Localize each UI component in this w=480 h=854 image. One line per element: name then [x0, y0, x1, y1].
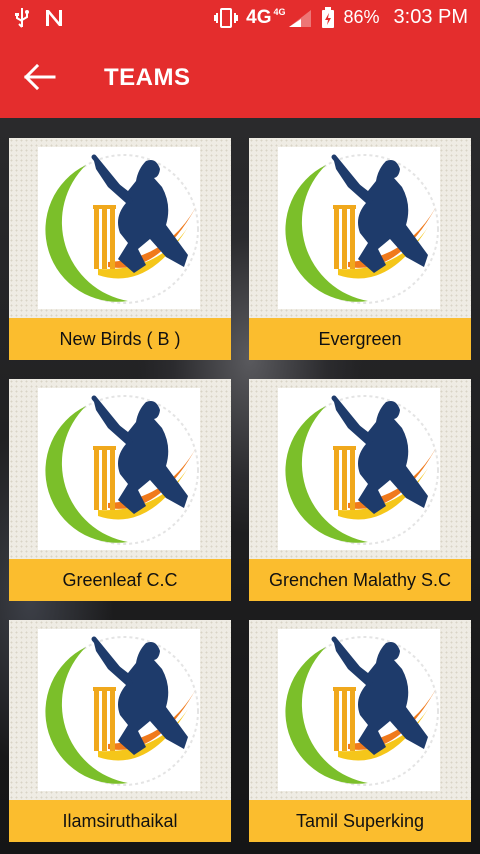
team-name-bar: Grenchen Malathy S.C	[249, 559, 471, 601]
signal-icon	[289, 9, 312, 27]
team-card[interactable]: Ilamsiruthaikal	[9, 620, 231, 842]
app-bar: TEAMS	[0, 38, 480, 118]
team-name-bar: Greenleaf C.C	[9, 559, 231, 601]
vibrate-icon	[214, 7, 239, 28]
battery-charging-icon	[322, 6, 335, 28]
team-name-bar: Evergreen	[249, 318, 471, 360]
team-logo-cricket-icon	[38, 388, 200, 550]
team-card[interactable]: Evergreen	[249, 138, 471, 360]
n-notification-icon	[46, 10, 62, 26]
team-card[interactable]: Greenleaf C.C	[9, 379, 231, 601]
team-name-bar: New Birds ( B )	[9, 318, 231, 360]
team-logo-cricket-icon	[278, 147, 440, 309]
team-name: Ilamsiruthaikal	[62, 810, 178, 831]
usb-icon	[15, 8, 29, 28]
team-logo-cricket-icon	[278, 629, 440, 791]
team-logo-cricket-icon	[38, 629, 200, 791]
status-bar: 4G 4G 86% 3:03 PM	[0, 0, 480, 38]
back-button[interactable]	[22, 60, 62, 96]
page-title: TEAMS	[104, 64, 191, 91]
team-logo-cricket-icon	[278, 388, 440, 550]
team-name: Grenchen Malathy S.C	[268, 569, 452, 590]
team-name: Tamil Superking	[295, 810, 425, 831]
battery-percent: 86%	[343, 7, 380, 27]
team-name: Evergreen	[318, 328, 402, 349]
team-card[interactable]: Grenchen Malathy S.C	[249, 379, 471, 601]
team-name: New Birds ( B )	[59, 328, 181, 349]
team-name-bar: Tamil Superking	[249, 800, 471, 842]
network-type: 4G 4G	[246, 6, 286, 28]
team-name-bar: Ilamsiruthaikal	[9, 800, 231, 842]
clock: 3:03 PM	[393, 6, 468, 28]
team-card[interactable]: New Birds ( B )	[9, 138, 231, 360]
team-card[interactable]: Tamil Superking	[249, 620, 471, 842]
team-name: Greenleaf C.C	[62, 569, 178, 590]
arrow-left-icon	[23, 63, 56, 91]
team-logo-cricket-icon	[38, 147, 200, 309]
